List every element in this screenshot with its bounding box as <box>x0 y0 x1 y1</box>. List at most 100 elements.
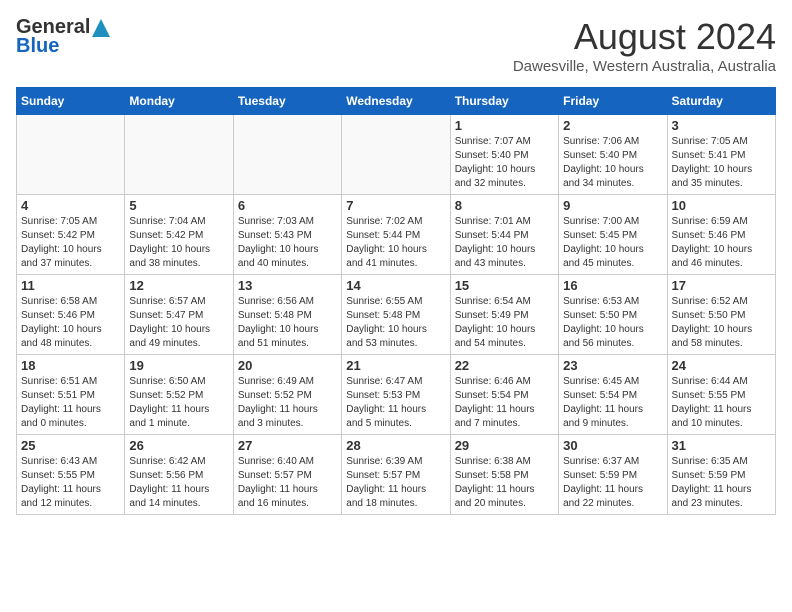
day-number: 11 <box>21 278 120 293</box>
weekday-header-row: SundayMondayTuesdayWednesdayThursdayFrid… <box>17 88 776 115</box>
day-number: 22 <box>455 358 554 373</box>
week-row-4: 18Sunrise: 6:51 AM Sunset: 5:51 PM Dayli… <box>17 355 776 435</box>
calendar-cell: 21 Sunrise: 6:47 AM Sunset: 5:53 PM Dayli… <box>342 355 450 435</box>
calendar-cell: 20Sunrise: 6:49 AM Sunset: 5:52 PM Dayli… <box>233 355 341 435</box>
calendar-cell: 31Sunrise: 6:35 AM Sunset: 5:59 PM Dayli… <box>667 435 775 515</box>
day-number: 3 <box>672 118 771 133</box>
day-number: 25 <box>21 438 120 453</box>
title-block: August 2024 Dawesville, Western Australi… <box>513 16 776 75</box>
day-info: Sunrise: 6:43 AM Sunset: 5:55 PM Dayligh… <box>21 455 120 511</box>
day-info: Sunrise: 7:01 AM Sunset: 5:44 PM Dayligh… <box>455 215 554 271</box>
calendar-cell: 16Sunrise: 6:53 AM Sunset: 5:50 PM Dayli… <box>559 275 667 355</box>
calendar-cell: 25 Sunrise: 6:43 AM Sunset: 5:55 PM Dayli… <box>17 435 125 515</box>
calendar-cell: 24 Sunrise: 6:44 AM Sunset: 5:55 PM Dayli… <box>667 355 775 435</box>
day-info: Sunrise: 6:49 AM Sunset: 5:52 PM Dayligh… <box>238 375 337 431</box>
day-info: Sunrise: 6:44 AM Sunset: 5:55 PM Dayligh… <box>672 375 771 431</box>
calendar-cell: 8Sunrise: 7:01 AM Sunset: 5:44 PM Daylig… <box>450 195 558 275</box>
weekday-header-monday: Monday <box>125 88 233 115</box>
day-info: Sunrise: 6:52 AM Sunset: 5:50 PM Dayligh… <box>672 295 771 351</box>
page-header: General Blue August 2024 Dawesville, Wes… <box>16 16 776 75</box>
day-number: 1 <box>455 118 554 133</box>
calendar-cell: 6 Sunrise: 7:03 AM Sunset: 5:43 PM Daylig… <box>233 195 341 275</box>
day-info: Sunrise: 6:42 AM Sunset: 5:56 PM Dayligh… <box>129 455 228 511</box>
day-info: Sunrise: 7:02 AM Sunset: 5:44 PM Dayligh… <box>346 215 445 271</box>
weekday-header-thursday: Thursday <box>450 88 558 115</box>
day-number: 24 <box>672 358 771 373</box>
weekday-header-saturday: Saturday <box>667 88 775 115</box>
day-info: Sunrise: 6:46 AM Sunset: 5:54 PM Dayligh… <box>455 375 554 431</box>
calendar-cell: 14 Sunrise: 6:55 AM Sunset: 5:48 PM Dayli… <box>342 275 450 355</box>
location: Dawesville, Western Australia, Australia <box>513 58 776 75</box>
calendar-cell: 7 Sunrise: 7:02 AM Sunset: 5:44 PM Daylig… <box>342 195 450 275</box>
day-info: Sunrise: 6:59 AM Sunset: 5:46 PM Dayligh… <box>672 215 771 271</box>
day-info: Sunrise: 7:07 AM Sunset: 5:40 PM Dayligh… <box>455 135 554 191</box>
day-number: 27 <box>238 438 337 453</box>
week-row-2: 4 Sunrise: 7:05 AM Sunset: 5:42 PM Daylig… <box>17 195 776 275</box>
day-info: Sunrise: 6:51 AM Sunset: 5:51 PM Dayligh… <box>21 375 120 431</box>
calendar-cell: 17Sunrise: 6:52 AM Sunset: 5:50 PM Dayli… <box>667 275 775 355</box>
weekday-header-tuesday: Tuesday <box>233 88 341 115</box>
weekday-header-friday: Friday <box>559 88 667 115</box>
calendar-cell: 30Sunrise: 6:37 AM Sunset: 5:59 PM Dayli… <box>559 435 667 515</box>
day-number: 4 <box>21 198 120 213</box>
calendar-cell <box>342 115 450 195</box>
day-info: Sunrise: 6:54 AM Sunset: 5:49 PM Dayligh… <box>455 295 554 351</box>
day-number: 15 <box>455 278 554 293</box>
day-number: 10 <box>672 198 771 213</box>
calendar-cell: 29Sunrise: 6:38 AM Sunset: 5:58 PM Dayli… <box>450 435 558 515</box>
day-info: Sunrise: 6:55 AM Sunset: 5:48 PM Dayligh… <box>346 295 445 351</box>
calendar-cell: 1 Sunrise: 7:07 AM Sunset: 5:40 PM Daylig… <box>450 115 558 195</box>
day-info: Sunrise: 6:56 AM Sunset: 5:48 PM Dayligh… <box>238 295 337 351</box>
day-number: 5 <box>129 198 228 213</box>
calendar-cell: 19Sunrise: 6:50 AM Sunset: 5:52 PM Dayli… <box>125 355 233 435</box>
day-number: 21 <box>346 358 445 373</box>
calendar-cell <box>233 115 341 195</box>
calendar-cell: 5 Sunrise: 7:04 AM Sunset: 5:42 PM Daylig… <box>125 195 233 275</box>
day-info: Sunrise: 7:00 AM Sunset: 5:45 PM Dayligh… <box>563 215 662 271</box>
day-info: Sunrise: 6:45 AM Sunset: 5:54 PM Dayligh… <box>563 375 662 431</box>
calendar-cell <box>125 115 233 195</box>
calendar-cell: 18Sunrise: 6:51 AM Sunset: 5:51 PM Dayli… <box>17 355 125 435</box>
logo: General Blue <box>16 16 110 58</box>
day-info: Sunrise: 6:57 AM Sunset: 5:47 PM Dayligh… <box>129 295 228 351</box>
day-number: 2 <box>563 118 662 133</box>
day-info: Sunrise: 6:40 AM Sunset: 5:57 PM Dayligh… <box>238 455 337 511</box>
logo-triangle-icon <box>92 19 110 37</box>
day-number: 13 <box>238 278 337 293</box>
calendar-cell: 27 Sunrise: 6:40 AM Sunset: 5:57 PM Dayli… <box>233 435 341 515</box>
day-number: 23 <box>563 358 662 373</box>
calendar-cell: 11 Sunrise: 6:58 AM Sunset: 5:46 PM Dayli… <box>17 275 125 355</box>
calendar-cell: 13 Sunrise: 6:56 AM Sunset: 5:48 PM Dayli… <box>233 275 341 355</box>
calendar-cell: 26 Sunrise: 6:42 AM Sunset: 5:56 PM Dayli… <box>125 435 233 515</box>
day-info: Sunrise: 7:03 AM Sunset: 5:43 PM Dayligh… <box>238 215 337 271</box>
day-info: Sunrise: 6:50 AM Sunset: 5:52 PM Dayligh… <box>129 375 228 431</box>
day-info: Sunrise: 6:53 AM Sunset: 5:50 PM Dayligh… <box>563 295 662 351</box>
day-number: 31 <box>672 438 771 453</box>
day-info: Sunrise: 6:38 AM Sunset: 5:58 PM Dayligh… <box>455 455 554 511</box>
day-info: Sunrise: 6:47 AM Sunset: 5:53 PM Dayligh… <box>346 375 445 431</box>
calendar-cell: 22 Sunrise: 6:46 AM Sunset: 5:54 PM Dayli… <box>450 355 558 435</box>
day-number: 26 <box>129 438 228 453</box>
day-info: Sunrise: 6:58 AM Sunset: 5:46 PM Dayligh… <box>21 295 120 351</box>
calendar-cell: 15 Sunrise: 6:54 AM Sunset: 5:49 PM Dayli… <box>450 275 558 355</box>
calendar-table: SundayMondayTuesdayWednesdayThursdayFrid… <box>16 87 776 515</box>
day-info: Sunrise: 7:05 AM Sunset: 5:42 PM Dayligh… <box>21 215 120 271</box>
day-info: Sunrise: 7:04 AM Sunset: 5:42 PM Dayligh… <box>129 215 228 271</box>
day-info: Sunrise: 7:06 AM Sunset: 5:40 PM Dayligh… <box>563 135 662 191</box>
day-number: 7 <box>346 198 445 213</box>
day-number: 6 <box>238 198 337 213</box>
week-row-1: 1 Sunrise: 7:07 AM Sunset: 5:40 PM Daylig… <box>17 115 776 195</box>
week-row-5: 25 Sunrise: 6:43 AM Sunset: 5:55 PM Dayli… <box>17 435 776 515</box>
day-number: 12 <box>129 278 228 293</box>
day-number: 9 <box>563 198 662 213</box>
day-info: Sunrise: 6:39 AM Sunset: 5:57 PM Dayligh… <box>346 455 445 511</box>
week-row-3: 11 Sunrise: 6:58 AM Sunset: 5:46 PM Dayli… <box>17 275 776 355</box>
day-number: 14 <box>346 278 445 293</box>
calendar-cell: 2 Sunrise: 7:06 AM Sunset: 5:40 PM Daylig… <box>559 115 667 195</box>
day-number: 30 <box>563 438 662 453</box>
weekday-header-sunday: Sunday <box>17 88 125 115</box>
calendar-cell <box>17 115 125 195</box>
logo-blue: Blue <box>16 35 59 58</box>
calendar-cell: 23 Sunrise: 6:45 AM Sunset: 5:54 PM Dayli… <box>559 355 667 435</box>
calendar-cell: 12 Sunrise: 6:57 AM Sunset: 5:47 PM Dayli… <box>125 275 233 355</box>
